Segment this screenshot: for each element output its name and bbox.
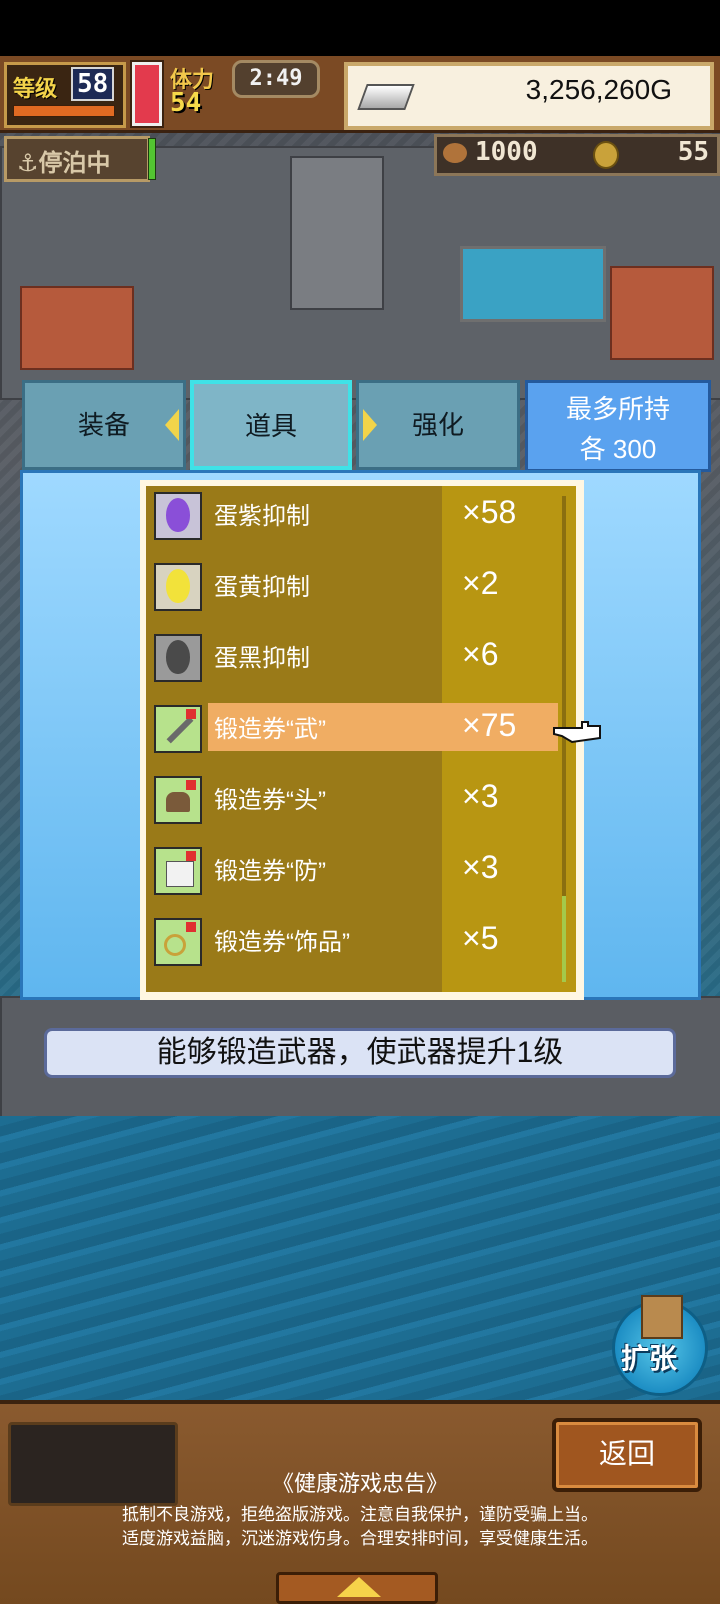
level-label: 等级 xyxy=(13,77,58,102)
castle-tower xyxy=(290,156,384,310)
pointing-hand-icon xyxy=(553,721,601,744)
list-item[interactable]: 蛋紫抑制 ×58 xyxy=(146,486,576,548)
max-hold-line2: 各 300 xyxy=(579,434,657,464)
item-count: ×58 xyxy=(462,494,517,530)
tab-items[interactable]: 道具 xyxy=(190,380,352,470)
item-name: 蛋紫抑制 xyxy=(214,503,310,530)
item-count: ×75 xyxy=(462,707,517,743)
warehouse-icon xyxy=(641,1295,683,1339)
bottom-bar: 返回 《健康游戏忠告》 抵制不良游戏，拒绝盗版游戏。注意自我保护，谨防受骗上当。… xyxy=(0,1400,720,1604)
list-item[interactable]: 锻造券“饰品” ×5 xyxy=(146,912,576,974)
resource-1-value: 1000 xyxy=(475,137,538,167)
armor-ticket-icon xyxy=(154,847,202,895)
tab-equipment[interactable]: 装备 xyxy=(22,380,186,470)
accessory-ticket-icon xyxy=(154,918,202,966)
expand-button[interactable]: 扩张 xyxy=(612,1295,708,1396)
list-item-selected[interactable]: 锻造券“武” ×75 xyxy=(146,699,576,761)
item-name: 蛋黑抑制 xyxy=(214,645,310,672)
purple-egg-icon xyxy=(154,492,202,540)
item-count: ×5 xyxy=(462,920,499,956)
stamina-timer: 2:49 xyxy=(232,60,320,98)
item-count: ×3 xyxy=(462,778,499,814)
resource-2-value: 55 xyxy=(677,137,709,167)
stamina-gauge xyxy=(132,62,162,126)
pool xyxy=(460,246,606,322)
item-count: ×3 xyxy=(462,849,499,885)
food-icon xyxy=(443,143,467,163)
list-item[interactable]: 锻造券“头” ×3 xyxy=(146,770,576,832)
list-item[interactable]: 蛋黑抑制 ×6 xyxy=(146,628,576,690)
item-count: ×2 xyxy=(462,565,499,601)
list-item[interactable]: 锻造券“防” ×3 xyxy=(146,841,576,903)
level-value: 58 xyxy=(71,67,115,101)
silver-ingot-icon xyxy=(357,84,415,110)
max-hold-info: 最多所持 各 300 xyxy=(525,380,711,472)
black-egg-icon xyxy=(154,634,202,682)
stamina-value: 54 xyxy=(170,88,202,118)
expand-menu-button[interactable] xyxy=(276,1572,438,1604)
item-name: 锻造券“饰品” xyxy=(214,929,350,956)
gold-box: 3,256,260G xyxy=(344,62,714,130)
tab-equipment-label: 装备 xyxy=(77,410,130,440)
coin-icon xyxy=(593,141,619,169)
item-count: ×6 xyxy=(462,636,499,672)
health-notice-line2: 适度游戏益脑，沉迷游戏伤身。合理安排时间，享受健康生活。 xyxy=(122,1529,598,1548)
tab-enhance[interactable]: 强化 xyxy=(356,380,520,470)
item-name: 锻造券“武” xyxy=(214,716,326,743)
exp-bar xyxy=(13,105,115,117)
list-item[interactable]: 蛋黄抑制 ×2 xyxy=(146,557,576,619)
yellow-egg-icon xyxy=(154,563,202,611)
resource-box: 1000 55 xyxy=(434,134,720,176)
arrow-up-icon xyxy=(337,1577,381,1597)
dock-progress-bar xyxy=(148,138,156,180)
item-list[interactable]: 蛋紫抑制 ×58 蛋黄抑制 ×2 蛋黑抑制 ×6 锻造券“武” ×75 锻造券“… xyxy=(140,480,584,1000)
item-name: 锻造券“头” xyxy=(214,787,326,814)
sword-ticket-icon xyxy=(154,705,202,753)
anchor-icon: ⚓ xyxy=(17,149,39,177)
health-notice-line1: 抵制不良游戏，拒绝盗版游戏。注意自我保护，谨防受骗上当。 xyxy=(122,1505,598,1524)
dock-status-badge[interactable]: ⚓停泊中 xyxy=(4,136,150,182)
harbor-water xyxy=(0,1116,720,1401)
dock-status-label: 停泊中 xyxy=(38,149,111,177)
tab-enhance-label: 强化 xyxy=(411,410,464,440)
tab-items-label: 道具 xyxy=(244,411,297,441)
house-roof-right xyxy=(610,266,714,360)
item-name: 锻造券“防” xyxy=(214,858,326,885)
helmet-ticket-icon xyxy=(154,776,202,824)
item-list-inner: 蛋紫抑制 ×58 蛋黄抑制 ×2 蛋黑抑制 ×6 锻造券“武” ×75 锻造券“… xyxy=(146,486,576,992)
item-description: 能够锻造武器，使武器提升1级 xyxy=(44,1028,676,1078)
house-roof-left xyxy=(20,286,134,370)
arrow-left-icon xyxy=(165,409,179,441)
health-notice-title: 《健康游戏忠告》 xyxy=(271,1471,448,1496)
arrow-right-icon xyxy=(363,409,377,441)
gold-amount: 3,256,260G xyxy=(525,74,672,105)
item-name: 蛋黄抑制 xyxy=(214,574,310,601)
level-box: 等级 58 xyxy=(4,62,126,128)
max-hold-line1: 最多所持 xyxy=(565,394,670,424)
expand-label: 扩张 xyxy=(621,1342,678,1375)
